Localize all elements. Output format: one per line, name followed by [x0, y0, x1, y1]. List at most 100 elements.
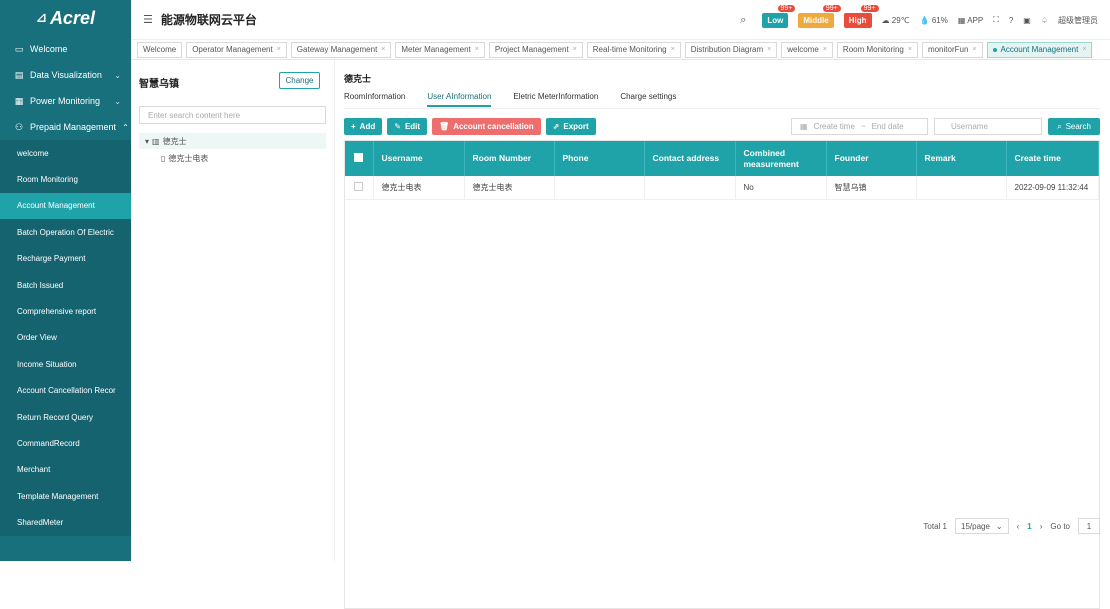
sidebar-item-account-management[interactable]: Account Management — [0, 193, 131, 219]
sidebar-item-recharge-payment[interactable]: Recharge Payment — [0, 246, 131, 272]
tab-meter-information[interactable]: Eletric MeterInformation — [513, 92, 598, 107]
humidity: 💧 61% — [920, 16, 948, 25]
app-link[interactable]: ▦ APP — [958, 16, 983, 25]
change-button[interactable]: Change — [279, 72, 320, 89]
sidebar-item-shared-meter[interactable]: SharedMeter — [0, 509, 131, 535]
account-cancellation-button[interactable]: 🗑Account cancellation — [432, 118, 541, 135]
chevron-down-icon: ⌄ — [114, 97, 121, 106]
sidebar-item-order-view[interactable]: Order View — [0, 325, 131, 351]
export-icon: ⇗ — [553, 122, 560, 131]
add-button[interactable]: +Add — [344, 118, 382, 135]
edit-button[interactable]: ✎Edit — [387, 118, 427, 135]
tab-welcome-2[interactable]: welcome× — [781, 42, 833, 58]
user-name[interactable]: 超级管理员 — [1058, 15, 1098, 26]
row-checkbox[interactable] — [345, 176, 373, 199]
sidebar-item-account-cancellation-record[interactable]: Account Cancellation Recor — [0, 378, 131, 404]
monitor-icon: ▦ — [14, 96, 24, 107]
sidebar-item-welcome-sub[interactable]: welcome — [0, 140, 131, 166]
tab-real-time-monitoring[interactable]: Real-time Monitoring× — [587, 42, 681, 58]
close-icon[interactable]: × — [767, 46, 771, 53]
username-input[interactable]: Username — [934, 118, 1042, 135]
tab-room-monitoring[interactable]: Room Monitoring× — [837, 42, 918, 58]
menu-toggle-icon[interactable]: ☰ — [143, 13, 153, 26]
tab-operator-management[interactable]: Operator Management× — [186, 42, 287, 58]
monitor-icon: ▭ — [14, 44, 24, 55]
close-icon[interactable]: × — [277, 46, 281, 53]
sidebar-item-return-record-query[interactable]: Return Record Query — [0, 404, 131, 430]
col-create-time: Create time — [1006, 141, 1099, 176]
page-number[interactable]: 1 — [1027, 522, 1031, 531]
fullscreen-icon[interactable]: ⛶ — [993, 15, 999, 25]
alarm-low[interactable]: Low99+ — [762, 13, 788, 28]
tab-monitor-fun[interactable]: monitorFun× — [922, 42, 983, 58]
help-icon[interactable]: ? — [1009, 16, 1013, 25]
sidebar-item-power-monitoring[interactable]: ▦Power Monitoring⌄ — [0, 88, 131, 114]
alarm-count-badge: 99+ — [777, 4, 797, 13]
screen-icon[interactable]: ▣ — [1023, 16, 1031, 25]
tree-search-input[interactable]: Enter search content here — [139, 106, 326, 124]
close-icon[interactable]: × — [381, 46, 385, 53]
sidebar-item-batch-operation[interactable]: Batch Operation Of Electric — [0, 219, 131, 245]
cell-create-time: 2022-09-09 11:32:44 — [1006, 176, 1099, 199]
cell-combined-measurement: No — [735, 176, 826, 199]
tab-distribution-diagram[interactable]: Distribution Diagram× — [685, 42, 778, 58]
tab-welcome[interactable]: Welcome — [137, 42, 182, 58]
sidebar-item-merchant[interactable]: Merchant — [0, 457, 131, 483]
close-icon[interactable]: × — [573, 46, 577, 53]
alarm-high[interactable]: High99+ — [844, 13, 872, 28]
search-icon[interactable]: ⌕ — [740, 14, 746, 27]
tab-room-information[interactable]: RoomInformation — [344, 92, 405, 107]
alarm-middle[interactable]: Middle99+ — [798, 13, 833, 28]
prev-page-icon[interactable]: ‹ — [1017, 522, 1020, 531]
tab-meter-management[interactable]: Meter Management× — [395, 42, 484, 58]
search-icon: ⌕ — [1057, 122, 1061, 132]
col-phone: Phone — [554, 141, 644, 176]
close-icon[interactable]: × — [671, 46, 675, 53]
shirt-icon[interactable]: ♤ — [1041, 16, 1048, 25]
tab-account-management[interactable]: Account Management× — [987, 42, 1093, 58]
sidebar-item-comprehensive-report[interactable]: Comprehensive report — [0, 298, 131, 324]
select-all-checkbox[interactable] — [345, 141, 373, 176]
tree-node-child[interactable]: ▯德克士电表 — [139, 153, 208, 164]
active-dot — [993, 48, 997, 52]
filters: ▦Create time~End date Username ⌕Search — [791, 118, 1100, 135]
tab-project-management[interactable]: Project Management× — [489, 42, 583, 58]
alarm-count-badge: 99+ — [860, 4, 880, 13]
sidebar-item-welcome[interactable]: ▭Welcome — [0, 36, 131, 62]
close-icon[interactable]: × — [908, 46, 912, 53]
divider — [344, 108, 1100, 109]
close-icon[interactable]: × — [972, 46, 976, 53]
tab-charge-settings[interactable]: Charge settings — [620, 92, 676, 107]
col-room-number: Room Number — [464, 141, 554, 176]
page-size-select[interactable]: 15/page⌄ — [955, 518, 1009, 534]
date-range-picker[interactable]: ▦Create time~End date — [791, 118, 928, 135]
pagination: Total 1 15/page⌄ ‹ 1 › Go to 1 — [923, 518, 1100, 534]
close-icon[interactable]: × — [823, 46, 827, 53]
account-title: 德克士 — [344, 72, 371, 85]
tab-gateway-management[interactable]: Gateway Management× — [291, 42, 392, 58]
export-button[interactable]: ⇗Export — [546, 118, 596, 135]
sidebar-item-template-management[interactable]: Template Management — [0, 483, 131, 509]
sidebar-item-data-visualization[interactable]: ▤Data Visualization⌄ — [0, 62, 131, 88]
calendar-icon: ▦ — [800, 122, 808, 131]
goto-input[interactable]: 1 — [1078, 518, 1100, 534]
header-right: ⌕ Low99+ Middle99+ High99+ ☁ 29℃ 💧 61% ▦… — [740, 0, 1098, 40]
next-page-icon[interactable]: › — [1040, 522, 1043, 531]
sidebar-item-income-situation[interactable]: Income Situation — [0, 351, 131, 377]
close-icon[interactable]: × — [1082, 46, 1086, 53]
sidebar-item-batch-issued[interactable]: Batch Issued — [0, 272, 131, 298]
building-icon: ▥ — [152, 137, 160, 146]
tree-node-root[interactable]: ▾▥德克士 — [139, 133, 326, 149]
table-row[interactable]: 德克士电表 德克士电表 No 智慧乌镇 2022-09-09 11:32:44 — [345, 176, 1099, 199]
sidebar-item-prepaid-management[interactable]: ⚇Prepaid Management⌃ — [0, 114, 131, 140]
sidebar-item-command-record[interactable]: CommandRecord — [0, 430, 131, 456]
close-icon[interactable]: × — [475, 46, 479, 53]
tab-user-information[interactable]: User AInformation — [427, 92, 491, 107]
meter-icon: ▯ — [161, 154, 165, 163]
alarm-count-badge: 99+ — [822, 4, 842, 13]
search-button[interactable]: ⌕Search — [1048, 118, 1100, 135]
chevron-down-icon: ⌄ — [996, 522, 1003, 531]
col-founder: Founder — [826, 141, 916, 176]
col-username: Username — [373, 141, 464, 176]
sidebar-item-room-monitoring[interactable]: Room Monitoring — [0, 166, 131, 192]
